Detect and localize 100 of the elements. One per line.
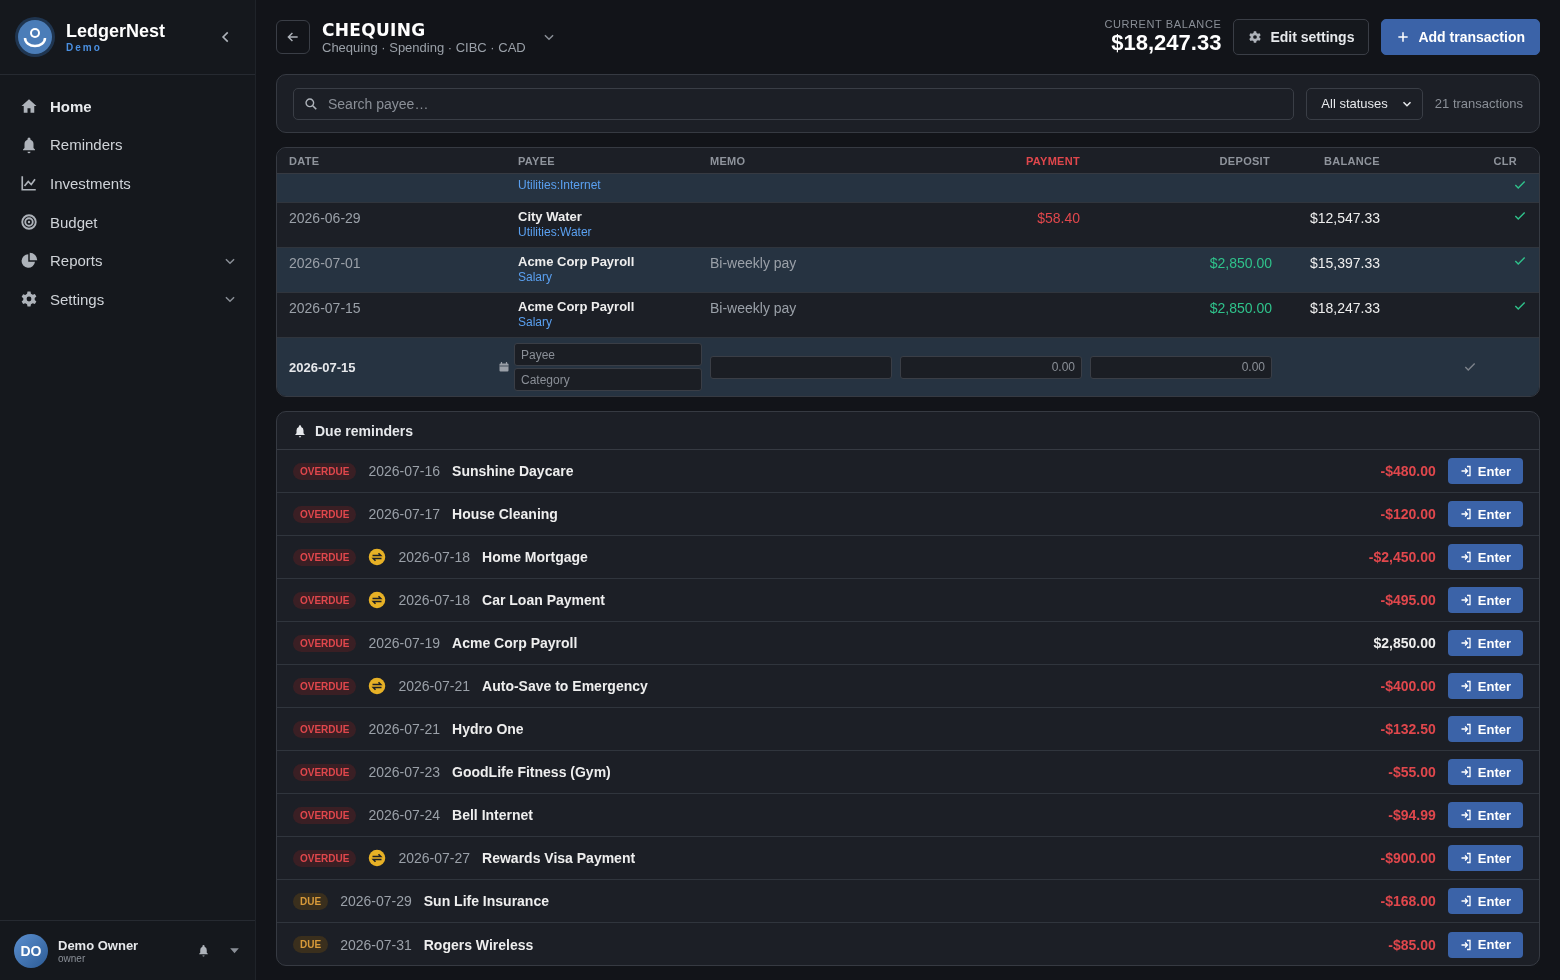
category-field[interactable]: Category — [514, 368, 702, 391]
enter-button[interactable]: Enter — [1447, 716, 1523, 742]
enter-button[interactable]: Enter — [1447, 802, 1523, 828]
reminder-payee: Bell Internet — [452, 807, 534, 823]
payment-cell-text: $58.40 — [1036, 209, 1081, 227]
balance-cell-text: $12,547.33 — [1308, 209, 1381, 227]
balance-label: CURRENT BALANCE — [1104, 18, 1222, 30]
enter-button[interactable]: Enter — [1447, 630, 1523, 656]
balance-cell-text: $15,397.33 — [1308, 254, 1381, 272]
status-badge: DUE — [293, 936, 329, 953]
nav-item[interactable]: Home — [0, 87, 255, 126]
reminder-date: 2026-07-24 — [368, 807, 441, 823]
status-badge: OVERDUE — [293, 677, 357, 695]
brand-name: LedgerNest — [66, 21, 167, 42]
reminder-payee: Rewards Visa Payment — [482, 850, 637, 866]
deposit-field[interactable]: 0.00 — [1090, 355, 1272, 379]
sign-in-icon — [1459, 895, 1472, 907]
enter-button[interactable]: Enter — [1447, 759, 1523, 785]
reminder-amount: $2,850.00 — [1373, 635, 1436, 651]
reminder-date: 2026-07-23 — [368, 764, 441, 780]
enter-button[interactable]: Enter — [1447, 587, 1523, 613]
reminder-date: 2026-07-18 — [398, 549, 471, 565]
deposit-cell-text: $2,850.00 — [1208, 299, 1273, 317]
reminder-payee: Home Mortgage — [482, 549, 589, 565]
date-cell-text: 2026-07-15 — [289, 299, 362, 317]
status-badge: OVERDUE — [293, 505, 357, 523]
category-link[interactable]: Utilities:Internet — [518, 178, 710, 193]
reminder-payee: Sun Life Insurance — [423, 893, 550, 909]
reminder-date: 2026-07-21 — [398, 678, 471, 694]
status-badge: OVERDUE — [293, 548, 357, 566]
payment-field[interactable]: 0.00 — [900, 355, 1082, 379]
category-link[interactable]: Salary — [518, 315, 710, 330]
check-icon[interactable] — [1463, 360, 1477, 374]
category-link[interactable]: Utilities:Water — [518, 225, 710, 240]
status-badge: OVERDUE — [293, 849, 357, 867]
status-badge: DUE — [293, 892, 329, 910]
payee-field[interactable]: Payee — [514, 343, 702, 366]
sign-in-icon — [1459, 809, 1472, 821]
logo-icon — [14, 16, 56, 58]
reminder-payee: House Cleaning — [452, 506, 559, 522]
reminder-amount: -$132.50 — [1380, 721, 1436, 737]
bell-icon — [293, 423, 307, 438]
column-header: PAYMENT — [1024, 154, 1081, 167]
enter-button[interactable]: Enter — [1447, 501, 1523, 527]
edit-settings-button[interactable]: Edit settings — [1233, 19, 1370, 55]
category-link[interactable]: Salary — [518, 270, 710, 285]
enter-button[interactable]: Enter — [1447, 845, 1523, 871]
reminder-amount: -$480.00 — [1380, 463, 1436, 479]
reminder-payee: GoodLife Fitness (Gym) — [452, 764, 612, 780]
enter-button[interactable]: Enter — [1447, 673, 1523, 699]
nav-item[interactable]: Budget — [0, 202, 255, 242]
reminder-payee: Car Loan Payment — [482, 592, 606, 608]
back-button[interactable] — [276, 20, 310, 54]
search-field[interactable]: Search payee… — [293, 87, 1295, 120]
add-transaction-button[interactable]: Add transaction — [1381, 19, 1540, 55]
nav-item[interactable]: Investments — [0, 164, 255, 203]
sign-in-icon — [1459, 852, 1472, 864]
reminder-payee: Hydro One — [452, 721, 525, 737]
reminder-date: 2026-07-17 — [368, 506, 441, 522]
status-dropdown[interactable]: All statuses — [1306, 87, 1423, 120]
sign-in-icon — [1459, 465, 1472, 477]
nav-item[interactable]: Reports — [0, 241, 255, 280]
reminder-date: 2026-07-18 — [398, 592, 471, 608]
enter-button[interactable]: Enter — [1447, 458, 1523, 484]
reminder-payee: Auto-Save to Emergency — [482, 678, 649, 694]
sign-in-icon — [1459, 637, 1472, 649]
sign-in-icon — [1459, 594, 1472, 606]
sign-in-icon — [1459, 508, 1472, 520]
nav-item[interactable]: Reminders — [0, 125, 255, 165]
status-badge: OVERDUE — [293, 462, 357, 480]
payee-name: Acme Corp Payroll — [518, 299, 636, 315]
reminder-amount: -$2,450.00 — [1368, 549, 1436, 565]
date-cell-text: 2026-06-29 — [289, 209, 362, 227]
balance-cell-text: $18,247.33 — [1308, 299, 1381, 317]
reminder-amount: -$85.00 — [1388, 936, 1436, 953]
plus-icon — [1396, 30, 1411, 44]
enter-button[interactable]: Enter — [1447, 544, 1523, 570]
settings-icon — [1248, 30, 1263, 44]
column-header: MEMO — [710, 154, 747, 167]
user-avatar: DO — [14, 933, 48, 968]
bell-icon[interactable] — [197, 944, 210, 957]
reminder-amount: -$400.00 — [1380, 678, 1436, 694]
reminder-amount: -$55.00 — [1388, 764, 1436, 780]
enter-button[interactable]: Enter — [1447, 931, 1523, 958]
reminder-date: 2026-07-27 — [398, 850, 471, 866]
column-header: CLR — [1492, 154, 1518, 167]
reminder-amount: -$900.00 — [1380, 850, 1436, 866]
column-header: DATE — [289, 154, 321, 167]
payee-name: City Water — [518, 209, 583, 225]
sign-in-icon — [1459, 551, 1472, 563]
transaction-count: 21 transactions — [1434, 96, 1523, 111]
memo-field[interactable] — [710, 355, 892, 379]
enter-button[interactable]: Enter — [1447, 888, 1523, 914]
calendar-icon[interactable] — [498, 361, 510, 373]
deposit-cell-text: $2,850.00 — [1208, 254, 1273, 272]
panel-title: Due reminders — [315, 422, 414, 439]
pie-chart-icon — [20, 251, 38, 270]
user-name: Demo Owner — [58, 937, 140, 953]
reminder-amount: -$120.00 — [1380, 506, 1436, 522]
nav-item[interactable]: Settings — [0, 279, 255, 319]
